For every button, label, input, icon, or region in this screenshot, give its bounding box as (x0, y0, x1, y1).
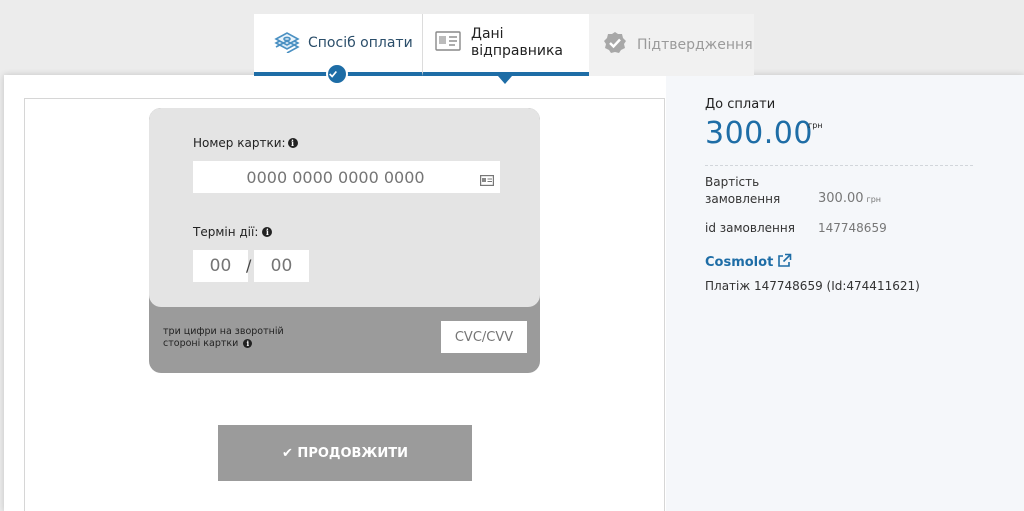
amount-due-value: 300.00 (705, 116, 813, 151)
summary-divider (705, 165, 973, 166)
cvc-hint-text: три цифри на зворотній стороні картки (163, 326, 284, 349)
card-icon (480, 171, 495, 190)
card-front: Номер картки: i Термін дії: i / (149, 108, 540, 307)
order-cost-label: Вартість замовлення (705, 175, 781, 206)
expiry-separator: / (246, 256, 252, 275)
order-id-label: id замовлення (705, 221, 795, 235)
expiry-label: Термін дії: i (193, 225, 273, 239)
expiry-year-input[interactable] (254, 250, 309, 282)
order-cost-value: 300.00 грн (818, 191, 881, 206)
id-card-icon (435, 31, 471, 55)
money-icon (274, 29, 308, 57)
tab-sender-data[interactable]: Дані відправника (422, 14, 589, 84)
amount-due-currency: грн (808, 121, 823, 130)
expiry-month-input[interactable] (193, 250, 248, 282)
continue-button[interactable]: ✔ ПРОДОВЖИТИ (218, 425, 472, 481)
info-icon[interactable]: i (262, 227, 273, 237)
tab-confirmation: Підтвердження (589, 14, 754, 76)
cvc-hint: три цифри на зворотній стороні картки i (163, 326, 303, 350)
card-number-input[interactable] (193, 161, 500, 193)
step-tabs: Спосіб оплати Дані відправника Підтвердж… (254, 14, 754, 85)
check-icon (326, 63, 348, 85)
active-tab-pointer (498, 76, 512, 84)
merchant-name[interactable]: Cosmolot (705, 255, 773, 270)
card-number-label-text: Номер картки: (193, 136, 286, 150)
tab-label: Дані відправника (471, 26, 563, 59)
amount-due-label: До сплати (705, 97, 776, 112)
order-id-value: 147748659 (818, 221, 887, 235)
info-icon[interactable]: i (243, 339, 253, 348)
tab-payment-method[interactable]: Спосіб оплати (254, 14, 422, 85)
order-cost-currency: грн (866, 195, 882, 204)
expiry-label-text: Термін дії: (193, 225, 259, 239)
check-badge-icon (603, 31, 637, 59)
external-link-icon (773, 253, 792, 272)
payment-description: Платіж 147748659 (Id:474411621) (705, 279, 920, 293)
order-cost-amount: 300.00 (818, 191, 864, 206)
tab-label: Підтвердження (637, 36, 753, 53)
card-number-label: Номер картки: i (193, 136, 298, 150)
merchant-link[interactable]: Cosmolot (705, 253, 792, 272)
cvc-input[interactable] (441, 321, 527, 353)
tab-label: Спосіб оплати (308, 34, 413, 51)
info-icon[interactable]: i (287, 138, 298, 148)
bank-card-form: Номер картки: i Термін дії: i / три цифр… (149, 108, 540, 373)
